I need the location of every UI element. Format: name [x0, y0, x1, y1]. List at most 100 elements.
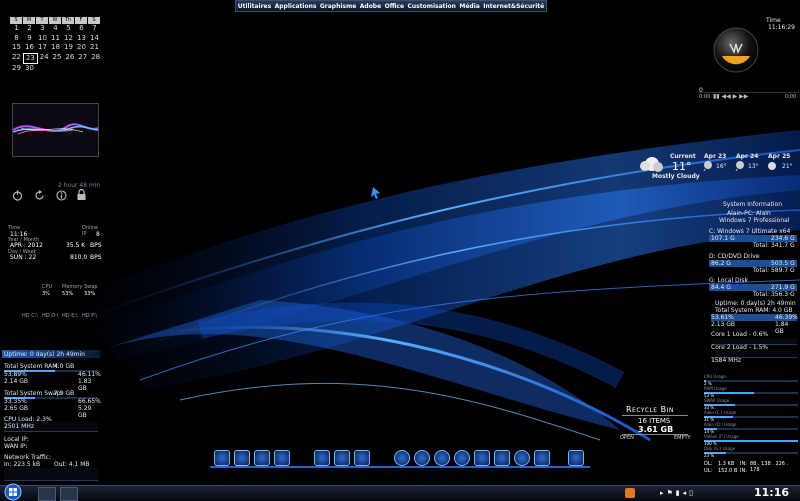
- calendar-day[interactable]: 15: [10, 43, 23, 53]
- calendar-day[interactable]: 8: [10, 34, 23, 44]
- calendar-day[interactable]: 26: [63, 53, 76, 63]
- dock-ball-icon[interactable]: [414, 450, 430, 466]
- calendar-day[interactable]: 21: [88, 43, 101, 53]
- menu-internet-securite[interactable]: Internet&Sécurité: [483, 3, 544, 10]
- calendar-day[interactable]: 25: [51, 53, 64, 63]
- tray-app-icon[interactable]: [625, 488, 635, 498]
- menu-media[interactable]: Média: [459, 3, 479, 10]
- swap-label: Swap: [84, 284, 98, 290]
- upload-rate: 810.0: [70, 254, 88, 261]
- menu-applications[interactable]: Applications: [275, 3, 317, 10]
- dock-notes-icon[interactable]: [494, 450, 510, 466]
- taskbar-app-icon[interactable]: [60, 487, 78, 501]
- media-end: 0:00: [785, 94, 797, 100]
- calendar-day[interactable]: 27: [76, 53, 89, 63]
- tray-icons[interactable]: ▸⚑▮◂▯: [660, 489, 730, 498]
- dock-windows-icon[interactable]: [234, 450, 250, 466]
- taskbar-explorer-icon[interactable]: [38, 487, 56, 501]
- calendar-day[interactable]: 1: [10, 24, 23, 34]
- ram-used-pct: 53.89%: [4, 371, 27, 378]
- calendar-day[interactable]: 9: [23, 34, 36, 44]
- calendar-day[interactable]: 17: [36, 43, 49, 53]
- calendar-day[interactable]: 20: [75, 43, 88, 53]
- start-button-icon[interactable]: [4, 483, 22, 501]
- dock-eye-icon[interactable]: [454, 450, 470, 466]
- calendar-day[interactable]: 14: [88, 34, 101, 44]
- info-icon[interactable]: [56, 190, 67, 201]
- ram-used: 2.14 GB: [4, 378, 29, 385]
- calendar-day[interactable]: 4: [49, 24, 62, 34]
- download-unit: BPS: [90, 242, 102, 249]
- hd-f-label: HD F:\: [82, 313, 98, 319]
- dl-label: DL:: [704, 461, 713, 467]
- meter-bar: [704, 452, 798, 454]
- photo-thumbnail[interactable]: [12, 103, 99, 157]
- media-orb-icon[interactable]: [712, 26, 760, 74]
- recycle-open-button[interactable]: Open: [620, 435, 634, 441]
- local-ip-label: Local IP:: [4, 436, 29, 443]
- menu-utilitaires[interactable]: Utilitaires: [238, 3, 271, 10]
- media-buttons[interactable]: ▮▮ ◀◀ ▶ ▶▶: [713, 93, 748, 100]
- dock-refresh-icon[interactable]: [434, 450, 450, 466]
- calendar-day[interactable]: 3: [36, 24, 49, 34]
- calendar-today[interactable]: 23: [22, 52, 38, 64]
- cloud-icon: [640, 157, 663, 172]
- sysinfo-ram: Total System RAM: 4.0 GB: [715, 307, 793, 314]
- dock-globe-icon[interactable]: [394, 450, 410, 466]
- memory-label: Memory: [62, 284, 83, 290]
- ip-value: 88 . 138 . 226 . 178: [750, 461, 789, 473]
- calendar-week: 15 16 17 18 19 20 21: [10, 43, 102, 53]
- dock-paint-icon[interactable]: [274, 450, 290, 466]
- dock-chart-icon[interactable]: [334, 450, 350, 466]
- day-header: M: [23, 17, 35, 24]
- shutdown-icon[interactable]: [12, 190, 23, 201]
- forecast-day-2: Apr 24: [736, 153, 759, 160]
- calendar-week: 8 9 10 11 12 13 14: [10, 34, 102, 44]
- lock-icon[interactable]: [76, 189, 87, 201]
- dock-music-icon[interactable]: [474, 450, 490, 466]
- menu-adobe[interactable]: Adobe: [360, 3, 381, 10]
- swap-value: 33%: [84, 291, 96, 297]
- calendar-widget: S M T W Th F S 1234567 8 9 10 11 12 13 14 15 16…: [10, 17, 102, 74]
- dock-disc-icon[interactable]: [514, 450, 530, 466]
- sysinfo-ram-free: 1.84 GB: [775, 321, 789, 335]
- calendar-day[interactable]: 5: [62, 24, 75, 34]
- weather-widget[interactable]: Current 11° Mostly Cloudy Apr 23 Apr 24 …: [636, 152, 796, 184]
- calendar-day[interactable]: 16: [23, 43, 36, 53]
- calendar-day[interactable]: 29: [10, 64, 23, 74]
- swap-used: 2.65 GB: [4, 405, 29, 412]
- calendar-day[interactable]: 10: [36, 34, 49, 44]
- calendar-day[interactable]: 11: [49, 34, 62, 44]
- rain-cloud-icon: [735, 161, 744, 171]
- calendar-day[interactable]: 12: [62, 34, 75, 44]
- calendar-day[interactable]: 2: [23, 24, 36, 34]
- calendar-day[interactable]: 28: [89, 53, 102, 63]
- calendar-day[interactable]: 7: [88, 24, 101, 34]
- calendar-day[interactable]: 18: [49, 43, 62, 53]
- uptime-label: Uptime:: [4, 351, 28, 358]
- calendar-day[interactable]: 19: [62, 43, 75, 53]
- taskbar-clock[interactable]: 11:16: [754, 486, 789, 499]
- menu-customisation[interactable]: Customisation: [407, 3, 455, 10]
- dock-play-icon[interactable]: [214, 450, 230, 466]
- recycle-bin-widget[interactable]: Recycle Bin 16 items 3.61 GB Open Empty: [612, 404, 698, 442]
- restart-icon[interactable]: [34, 190, 45, 201]
- calendar-day[interactable]: 6: [75, 24, 88, 34]
- menu-office[interactable]: Office: [385, 3, 404, 10]
- calendar-day[interactable]: 24: [38, 53, 51, 63]
- calendar-day[interactable]: 13: [75, 34, 88, 44]
- calendar-week: 22 23 24 25 26 27 28: [10, 52, 102, 64]
- media-controls: 0:00 ▮▮ ◀◀ ▶ ▶▶ 0:00: [699, 92, 799, 101]
- network-in: In: 223.5 kB: [4, 461, 41, 468]
- calendar-day[interactable]: 22: [10, 53, 23, 63]
- ram-free: 1.83 GB: [78, 378, 92, 392]
- hd-c-label: HD C:\: [22, 313, 39, 319]
- recycle-empty-button[interactable]: Empty: [674, 435, 691, 441]
- dock-star-icon[interactable]: [354, 450, 370, 466]
- dock-doc-icon[interactable]: [314, 450, 330, 466]
- dock-film-icon[interactable]: [534, 450, 550, 466]
- menu-graphisme[interactable]: Graphisme: [320, 3, 356, 10]
- dock-bulb-icon[interactable]: [568, 450, 584, 466]
- calendar-day[interactable]: 30: [23, 64, 36, 74]
- dock-settings-icon[interactable]: [254, 450, 270, 466]
